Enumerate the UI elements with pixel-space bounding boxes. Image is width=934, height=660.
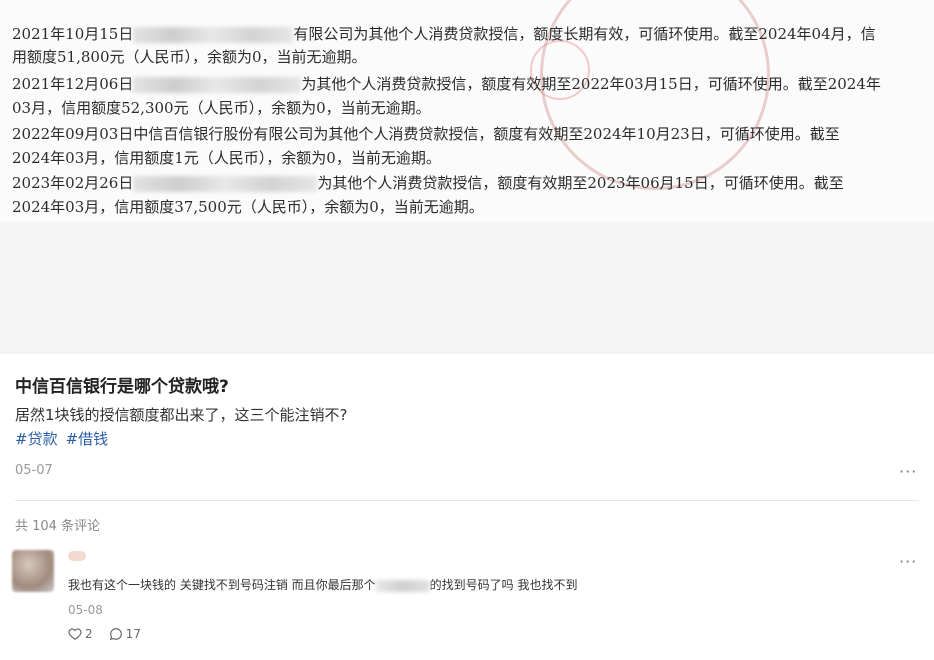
comment-date: 05-08 [68,603,103,617]
redacted-block [133,77,302,93]
reply-button[interactable]: 17 [109,627,141,641]
redacted-block [133,176,318,192]
report-line-2: 用额度51,800元（人民币），余额为0，当前无逾期。 [12,48,367,66]
reply-count: 17 [125,627,141,641]
credit-report-image[interactable]: 2021年10月15日 有限公司为其他个人消费贷款授信，额度长期有效，可循环使用。… [0,0,934,222]
divider [15,500,919,501]
report-line-7: 2023年02月26日 为其他个人消费贷款授信，额度有效期至2023年06月15日… [12,174,844,192]
report-line-1: 2021年10月15日 有限公司为其他个人消费贷款授信，额度长期有效，可循环使用。… [12,25,876,43]
post-date: 05-07 [15,463,53,478]
like-count: 2 [85,627,93,641]
report-line-8: 2024年03月，信用额度37,500元（人民币），余额为0，当前无逾期。 [12,198,484,216]
post-body: 居然1块钱的授信额度都出来了，这三个能注销不? [15,406,348,424]
image-background-band [0,222,934,354]
more-horizontal-icon[interactable]: ··· [899,462,917,481]
comment-count: 共 104 条评论 [15,519,101,534]
post-tags: #贷款 #借钱 [15,428,116,449]
more-horizontal-icon[interactable]: ··· [899,552,917,571]
report-line-4: 03月，信用额度52,300元（人民币），余额为0，当前无逾期。 [12,99,431,117]
report-line-3: 2021年12月06日 为其他个人消费贷款授信，额度有效期至2022年03月15日… [12,75,881,93]
redacted-block [133,27,294,43]
like-button[interactable]: 2 [68,627,93,641]
redacted-block [375,579,430,592]
post-title: 中信百信银行是哪个贷款哦? [15,377,229,397]
heart-icon [68,628,82,640]
comment-text: 我也有这个一块钱的 关键找不到号码注销 而且你最后那个 的找到号码了吗 我也找不到 [68,578,578,592]
avatar[interactable] [12,550,54,592]
commenter-name-redacted[interactable] [68,551,86,561]
tag-link[interactable]: #借钱 [66,430,109,448]
report-line-5: 2022年09月03日中信百信银行股份有限公司为其他个人消费贷款授信，额度有效期… [12,125,840,143]
comment-bubble-icon [109,628,122,641]
report-line-6: 2024年03月，信用额度1元（人民币），余额为0，当前无逾期。 [12,149,441,167]
comment-actions: 2 17 [68,627,141,641]
tag-link[interactable]: #贷款 [15,430,58,448]
